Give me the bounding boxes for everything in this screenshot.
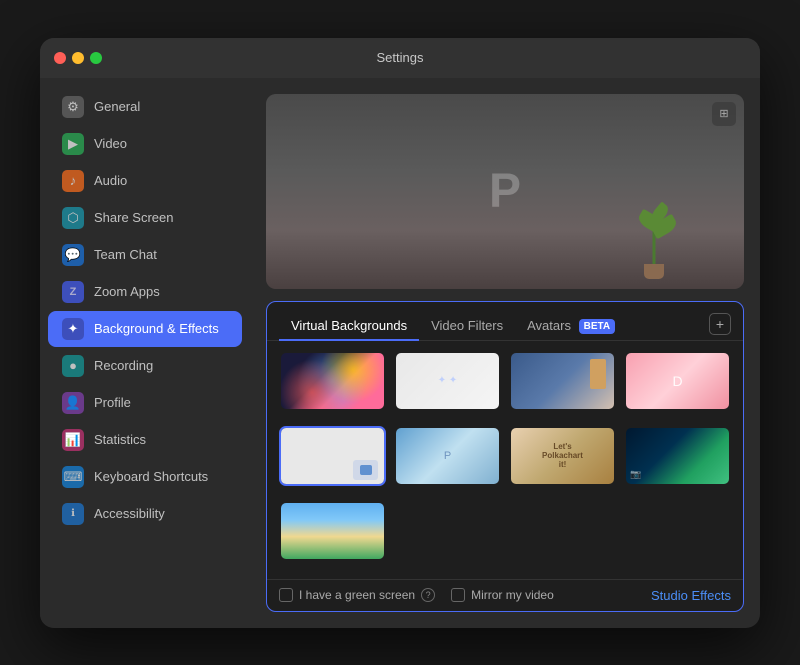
background-thumb-aurora[interactable]: 📷 <box>624 426 731 486</box>
tab-avatars[interactable]: Avatars BETA <box>515 312 627 341</box>
recording-icon: ● <box>62 355 84 377</box>
statistics-icon: 📊 <box>62 429 84 451</box>
keyboard-shortcuts-icon: ⌨ <box>62 466 84 488</box>
sidebar-item-background-effects[interactable]: ✦ Background & Effects <box>48 311 242 347</box>
tab-virtual-backgrounds[interactable]: Virtual Backgrounds <box>279 312 419 341</box>
tab-avatars-label: Avatars <box>527 318 571 333</box>
audio-icon: ♪ <box>62 170 84 192</box>
postcard-text: Let'sPolkachartit! <box>542 442 583 469</box>
sidebar-item-video[interactable]: ▶ Video <box>48 126 242 162</box>
background-effects-icon: ✦ <box>62 318 84 340</box>
thumb-colorful-inner <box>281 353 384 409</box>
thumb-office-inner <box>511 353 614 409</box>
green-screen-checkbox[interactable] <box>279 588 293 602</box>
background-thumb-colorful[interactable] <box>279 351 386 411</box>
maximize-button[interactable] <box>90 52 102 64</box>
sidebar-item-profile[interactable]: 👤 Profile <box>48 385 242 421</box>
sidebar-label-background-effects: Background & Effects <box>94 321 219 336</box>
thumb-pink-inner: D <box>626 353 729 409</box>
window-title: Settings <box>377 50 424 65</box>
titlebar: Settings <box>40 38 760 78</box>
panel-bottom-bar: I have a green screen ? Mirror my video … <box>267 579 743 611</box>
sidebar-label-accessibility: Accessibility <box>94 506 165 521</box>
sidebar: ⚙ General ▶ Video ♪ Audio ⬡ Share Screen… <box>40 78 250 628</box>
tab-video-filters[interactable]: Video Filters <box>419 312 515 341</box>
sidebar-label-team-chat: Team Chat <box>94 247 157 262</box>
sidebar-item-share-screen[interactable]: ⬡ Share Screen <box>48 200 242 236</box>
sidebar-item-team-chat[interactable]: 💬 Team Chat <box>48 237 242 273</box>
backgrounds-grid: ✦ ✦ D <box>267 341 743 579</box>
green-screen-checkbox-item[interactable]: I have a green screen ? <box>279 588 435 602</box>
general-icon: ⚙ <box>62 96 84 118</box>
traffic-lights <box>54 52 102 64</box>
background-thumb-beach[interactable] <box>279 501 386 561</box>
main-content: P ⊞ Virtual Backgrounds Video Filter <box>250 78 760 628</box>
thumb-zoom-blue-inner: P <box>396 428 499 484</box>
background-thumb-postcard[interactable]: Let'sPolkachartit! <box>509 426 616 486</box>
background-thumb-zoom-blue[interactable]: P <box>394 426 501 486</box>
zoom-label: P <box>444 450 451 462</box>
green-screen-label: I have a green screen <box>299 588 415 602</box>
preview-logo: P <box>489 164 521 219</box>
sidebar-label-video: Video <box>94 136 127 151</box>
video-icon: ▶ <box>62 133 84 155</box>
thumb-aurora-inner: 📷 <box>626 428 729 484</box>
background-thumb-white[interactable]: ✦ ✦ <box>394 351 501 411</box>
preview-background: P <box>266 94 744 289</box>
camera-small-icon: 📷 <box>630 469 641 480</box>
thumb-white-inner: ✦ ✦ <box>396 353 499 409</box>
sidebar-label-keyboard-shortcuts: Keyboard Shortcuts <box>94 469 208 484</box>
sidebar-label-audio: Audio <box>94 173 127 188</box>
sidebar-item-accessibility[interactable]: ℹ Accessibility <box>48 496 242 532</box>
minimize-button[interactable] <box>72 52 84 64</box>
sidebar-item-general[interactable]: ⚙ General <box>48 89 242 125</box>
mirror-video-checkbox-item[interactable]: Mirror my video <box>451 588 554 602</box>
thumb-postcard-inner: Let'sPolkachartit! <box>511 428 614 484</box>
window-content: ⚙ General ▶ Video ♪ Audio ⬡ Share Screen… <box>40 78 760 628</box>
backgrounds-panel: Virtual Backgrounds Video Filters Avatar… <box>266 301 744 612</box>
share-screen-icon: ⬡ <box>62 207 84 229</box>
preview-expand-button[interactable]: ⊞ <box>712 102 736 126</box>
sidebar-label-general: General <box>94 99 140 114</box>
info-icon[interactable]: ? <box>421 588 435 602</box>
zoom-apps-icon: Z <box>62 281 84 303</box>
preview-plant <box>624 189 684 279</box>
sidebar-label-profile: Profile <box>94 395 131 410</box>
close-button[interactable] <box>54 52 66 64</box>
sidebar-item-recording[interactable]: ● Recording <box>48 348 242 384</box>
thumb-beach-inner <box>281 503 384 559</box>
thumb-zoom-white-inner <box>281 428 384 484</box>
sidebar-item-zoom-apps[interactable]: Z Zoom Apps <box>48 274 242 310</box>
sidebar-label-share-screen: Share Screen <box>94 210 174 225</box>
sidebar-label-recording: Recording <box>94 358 153 373</box>
sidebar-item-statistics[interactable]: 📊 Statistics <box>48 422 242 458</box>
settings-window: Settings ⚙ General ▶ Video ♪ Audio ⬡ Sha… <box>40 38 760 628</box>
mirror-video-checkbox[interactable] <box>451 588 465 602</box>
add-background-button[interactable]: + <box>709 313 731 335</box>
sidebar-item-keyboard-shortcuts[interactable]: ⌨ Keyboard Shortcuts <box>48 459 242 495</box>
camera-preview: P ⊞ <box>266 94 744 289</box>
background-thumb-office[interactable] <box>509 351 616 411</box>
sidebar-item-audio[interactable]: ♪ Audio <box>48 163 242 199</box>
background-thumb-pink[interactable]: D <box>624 351 731 411</box>
studio-effects-link[interactable]: Studio Effects <box>651 588 731 603</box>
sidebar-label-zoom-apps: Zoom Apps <box>94 284 160 299</box>
background-thumb-zoom-white[interactable] <box>279 426 386 486</box>
team-chat-icon: 💬 <box>62 244 84 266</box>
panel-tabs: Virtual Backgrounds Video Filters Avatar… <box>267 302 743 341</box>
beta-badge: BETA <box>579 319 615 334</box>
sidebar-label-statistics: Statistics <box>94 432 146 447</box>
accessibility-icon: ℹ <box>62 503 84 525</box>
profile-icon: 👤 <box>62 392 84 414</box>
mirror-video-label: Mirror my video <box>471 588 554 602</box>
